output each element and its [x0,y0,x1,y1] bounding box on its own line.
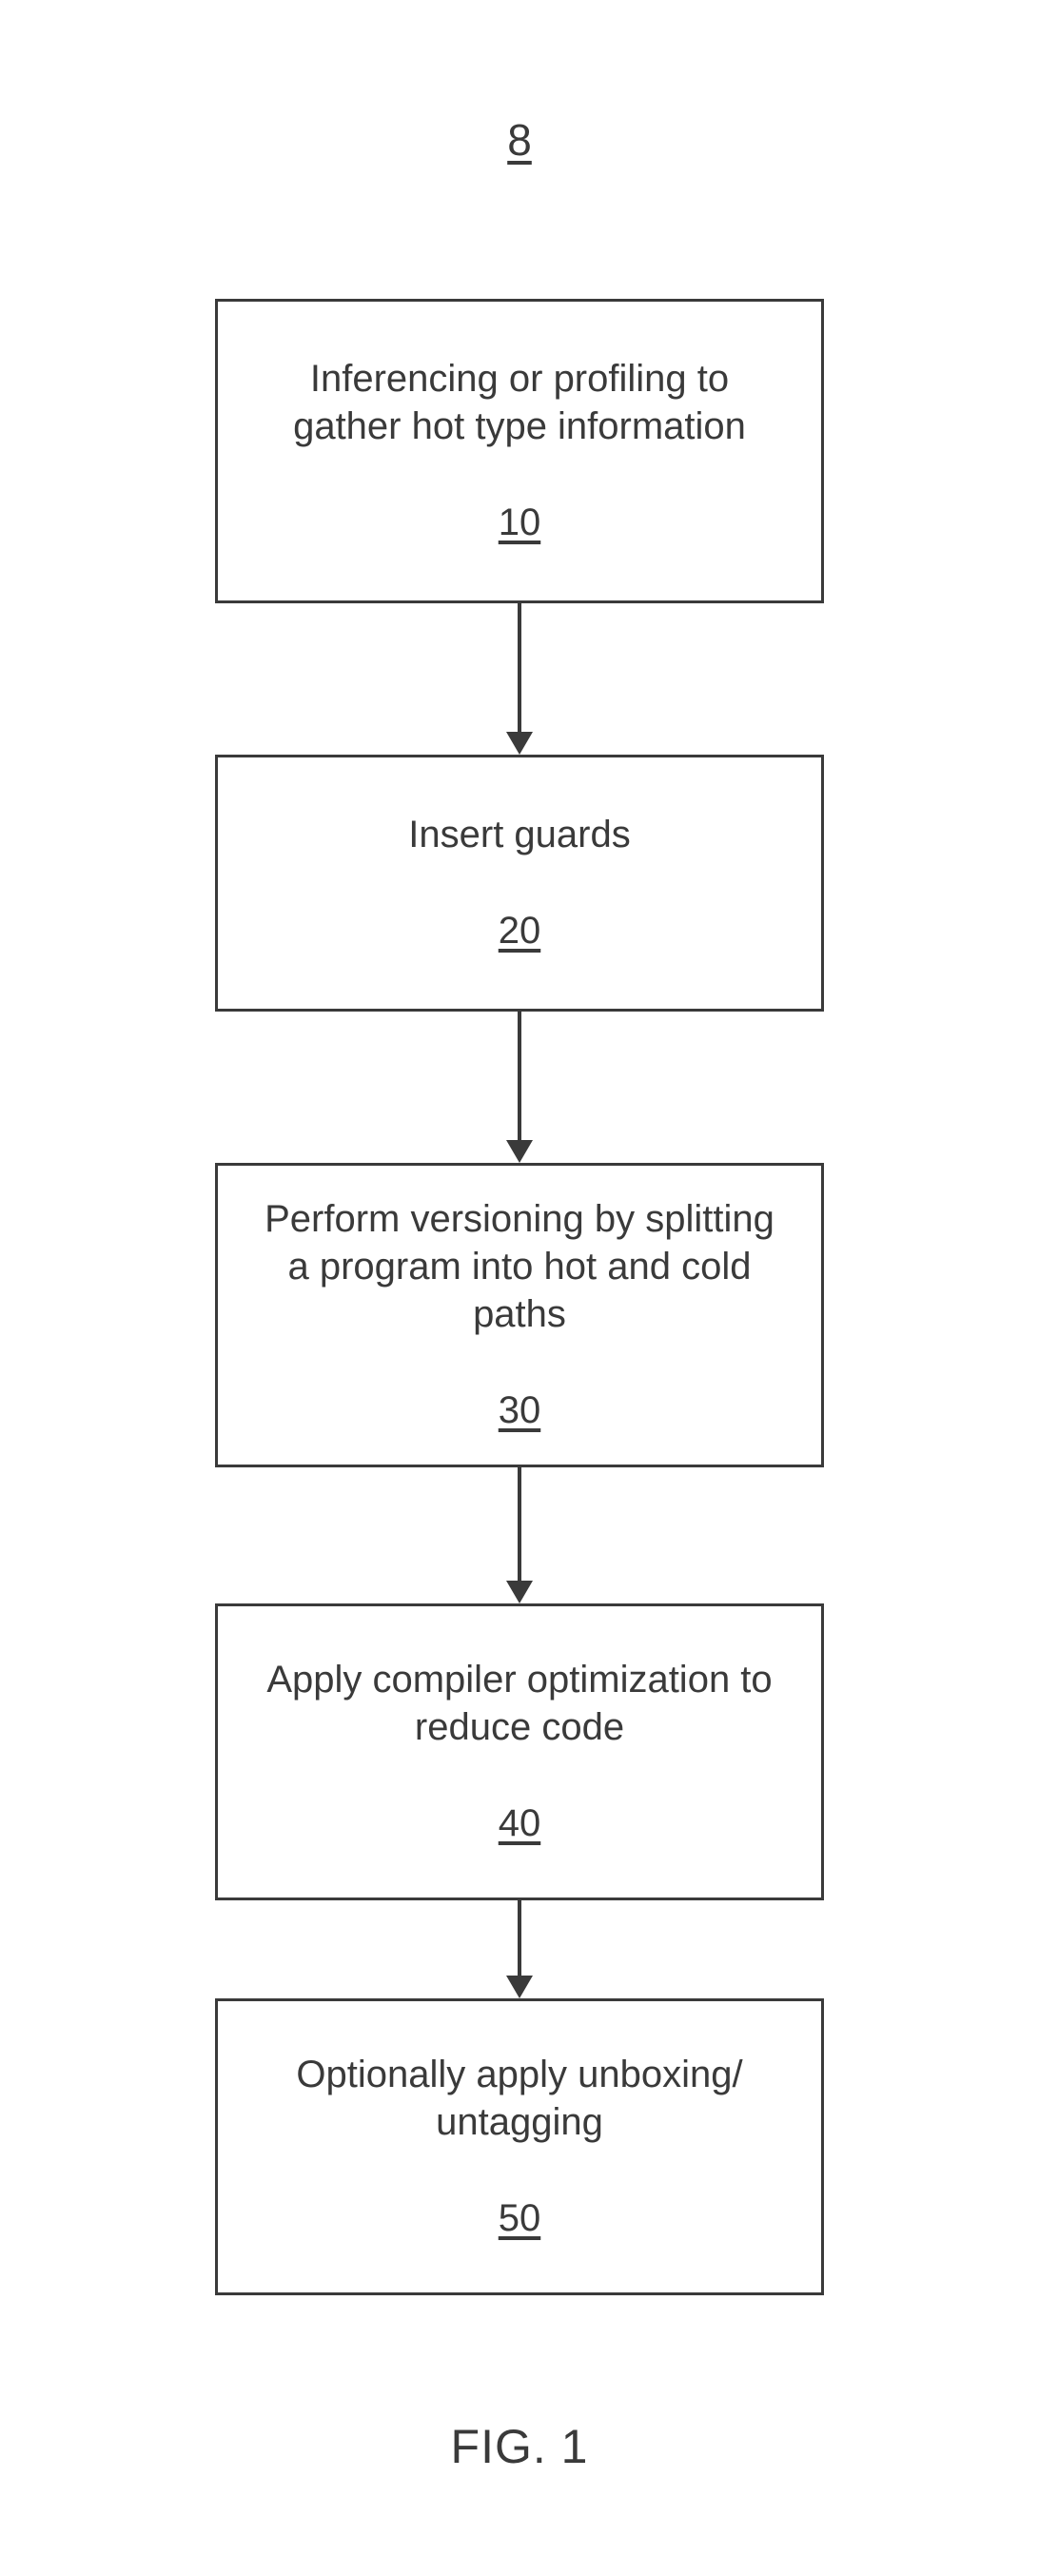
flow-step-number: 40 [499,1802,541,1845]
flow-step-number: 50 [499,2197,541,2240]
figure-number: 8 [507,114,532,166]
flow-step-text: Inferencing or profiling to gather hot t… [256,355,783,450]
flow-step-10: Inferencing or profiling to gather hot t… [215,299,824,603]
flow-step-text: Optionally apply unboxing/ untagging [256,2051,783,2146]
flow-step-30: Perform versioning by splitting a progra… [215,1163,824,1467]
flow-step-number: 30 [499,1389,541,1432]
flow-step-text: Insert guards [408,811,630,858]
flow-step-20: Insert guards 20 [215,755,824,1012]
figure-caption: FIG. 1 [451,2419,589,2474]
flow-step-text: Perform versioning by splitting a progra… [256,1195,783,1338]
arrow-down-icon [506,603,533,755]
flow-step-50: Optionally apply unboxing/ untagging 50 [215,1998,824,2295]
flow-step-number: 10 [499,501,541,544]
flowchart: Inferencing or profiling to gather hot t… [215,299,824,2295]
page: 8 Inferencing or profiling to gather hot… [0,0,1039,2576]
flow-step-text: Apply compiler optimization to reduce co… [256,1656,783,1751]
arrow-down-icon [506,1467,533,1603]
arrow-down-icon [506,1900,533,1998]
flow-step-40: Apply compiler optimization to reduce co… [215,1603,824,1900]
flow-step-number: 20 [499,910,541,953]
arrow-down-icon [506,1012,533,1163]
